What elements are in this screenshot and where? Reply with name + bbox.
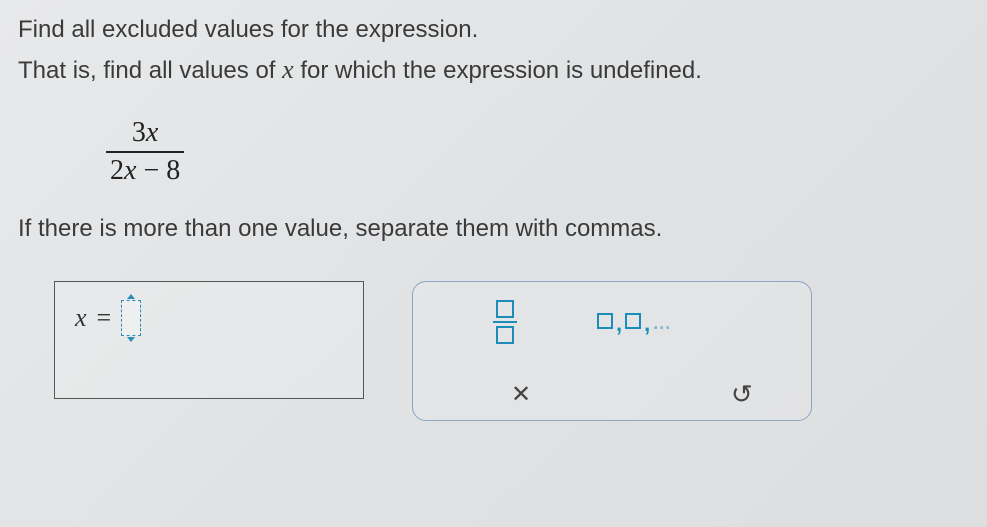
answer-variable: x <box>75 303 87 333</box>
fraction-numerator-icon <box>496 300 514 318</box>
list-tool-button[interactable]: , , ... <box>597 311 671 334</box>
question-line-2-post: for which the expression is undefined. <box>294 57 702 84</box>
answer-box[interactable]: x = <box>54 281 364 399</box>
question-line-2: That is, find all values of x for which … <box>18 50 969 89</box>
clear-button[interactable]: ✕ <box>511 380 531 409</box>
list-comma1-icon: , <box>616 313 622 335</box>
expression-numerator: 3x <box>106 117 184 153</box>
answer-equals: = <box>97 303 112 333</box>
expression-fraction: 3x 2x − 8 <box>106 117 969 187</box>
list-comma2-icon: , <box>644 313 650 335</box>
instruction-text: If there is more than one value, separat… <box>18 215 969 243</box>
list-box2-icon <box>625 313 641 329</box>
fraction-denominator-icon <box>496 326 514 344</box>
answer-input[interactable] <box>121 300 141 336</box>
fraction-tool-button[interactable] <box>493 300 517 344</box>
list-dots-icon: ... <box>653 313 671 334</box>
question-variable: x <box>282 55 294 84</box>
list-box1-icon <box>597 313 613 329</box>
question-line-1: Find all excluded values for the express… <box>18 12 969 48</box>
toolbox: , , ... ✕ ↻ <box>412 281 812 421</box>
undo-button[interactable]: ↻ <box>731 379 753 410</box>
fraction-bar-icon <box>493 321 517 323</box>
question-line-2-pre: That is, find all values of <box>18 57 282 84</box>
expression-denominator: 2x − 8 <box>106 153 184 187</box>
